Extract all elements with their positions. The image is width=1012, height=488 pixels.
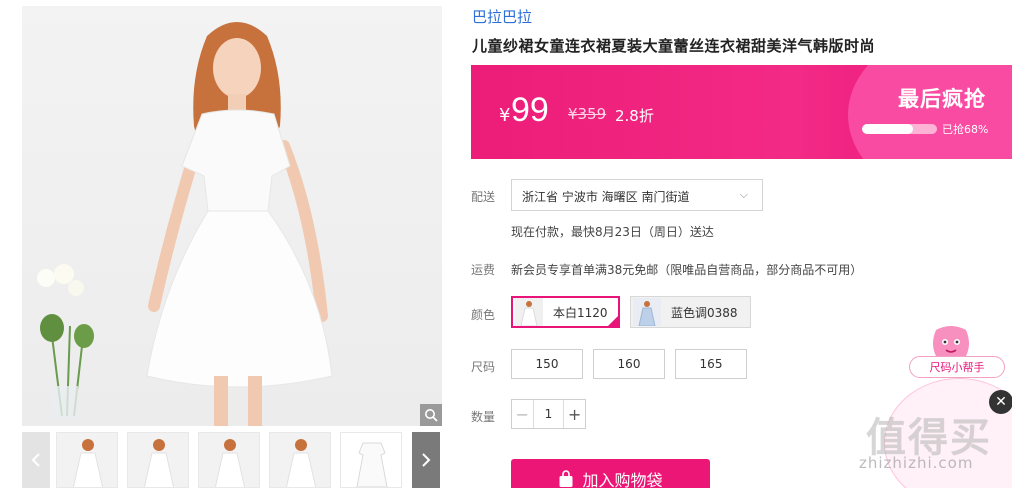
thumbnail-photo bbox=[214, 439, 246, 487]
quantity-label: 数量 bbox=[471, 410, 496, 424]
color-option-blue[interactable]: 蓝色调0388 bbox=[630, 296, 751, 328]
quantity-input[interactable]: 1 bbox=[534, 400, 564, 428]
shipping-label: 运费 bbox=[471, 263, 496, 277]
chevron-right-icon bbox=[422, 453, 431, 467]
thumbnail-dress-flat bbox=[356, 442, 388, 487]
size-option-150[interactable]: 150 bbox=[511, 349, 583, 379]
size-option-165[interactable]: 165 bbox=[675, 349, 747, 379]
thumbnail-4[interactable] bbox=[269, 432, 331, 488]
color-swatch-white bbox=[515, 298, 543, 326]
color-option-label: 本白1120 bbox=[553, 305, 608, 320]
thumbnail-next-button[interactable] bbox=[412, 432, 440, 488]
thumbnail-5[interactable] bbox=[340, 432, 402, 488]
quantity-stepper: − 1 + bbox=[511, 399, 586, 429]
thumbnail-photo bbox=[143, 439, 175, 487]
product-title: 儿童纱裙女童连衣裙夏装大童蕾丝连衣裙甜美洋气韩版时尚 bbox=[472, 37, 876, 55]
sold-progress-bar bbox=[862, 124, 937, 134]
flash-sale-label: 最后疯抢 bbox=[898, 87, 986, 111]
original-price: ¥359 bbox=[568, 105, 607, 123]
price-banner: ¥ 99 ¥359 2.8折 最后疯抢 已抢68% bbox=[471, 65, 1012, 159]
thumbnail-3[interactable] bbox=[198, 432, 260, 488]
main-product-photo[interactable] bbox=[22, 6, 442, 426]
chevron-left-icon bbox=[31, 453, 40, 467]
close-icon[interactable]: ✕ bbox=[989, 390, 1012, 414]
quantity-increase-button[interactable]: + bbox=[563, 400, 585, 428]
shipping-info: 新会员专享首单满38元免邮（限唯品自营商品，部分商品不可用） bbox=[511, 263, 863, 277]
thumbnail-photo bbox=[72, 439, 104, 487]
zoom-button[interactable] bbox=[420, 404, 442, 426]
color-option-label: 蓝色调0388 bbox=[671, 305, 738, 320]
shopping-bag-icon bbox=[559, 470, 573, 487]
size-option-160[interactable]: 160 bbox=[593, 349, 665, 379]
thumbnail-1[interactable] bbox=[56, 432, 118, 488]
color-label: 颜色 bbox=[471, 308, 496, 322]
product-photo-girl-dress bbox=[37, 22, 333, 426]
sale-price: 99 bbox=[511, 91, 549, 129]
color-option-white[interactable]: 本白1120 bbox=[511, 296, 620, 328]
thumbnail-strip bbox=[22, 430, 442, 488]
thumbnail-prev-button[interactable] bbox=[22, 432, 50, 488]
size-label: 尺码 bbox=[471, 360, 496, 374]
delivery-label: 配送 bbox=[471, 190, 496, 204]
color-swatch-blue bbox=[633, 298, 661, 326]
add-to-cart-button[interactable]: 加入购物袋 bbox=[511, 459, 710, 488]
quantity-decrease-button[interactable]: − bbox=[512, 400, 534, 428]
magnifier-icon bbox=[425, 409, 438, 422]
brand-link[interactable]: 巴拉巴拉 bbox=[472, 6, 532, 27]
chevron-down-icon: ⌵ bbox=[739, 188, 748, 201]
currency-symbol: ¥ bbox=[499, 105, 511, 126]
discount-label: 2.8折 bbox=[615, 107, 654, 125]
address-value: 浙江省 宁波市 海曙区 南门街道 bbox=[522, 190, 690, 204]
selected-check-icon bbox=[606, 314, 620, 328]
watermark-url: zhizhizhi.com bbox=[859, 454, 974, 472]
sold-progress-text: 已抢68% bbox=[942, 123, 989, 136]
sold-progress-fill bbox=[862, 124, 913, 134]
thumbnail-2[interactable] bbox=[127, 432, 189, 488]
thumbnail-photo bbox=[285, 439, 317, 487]
size-helper-button[interactable]: 尺码小帮手 bbox=[909, 356, 1005, 378]
add-to-cart-label: 加入购物袋 bbox=[582, 471, 663, 488]
delivery-estimate: 现在付款，最快8月23日（周日）送达 bbox=[511, 225, 714, 239]
address-select[interactable]: 浙江省 宁波市 海曙区 南门街道 ⌵ bbox=[511, 179, 763, 211]
